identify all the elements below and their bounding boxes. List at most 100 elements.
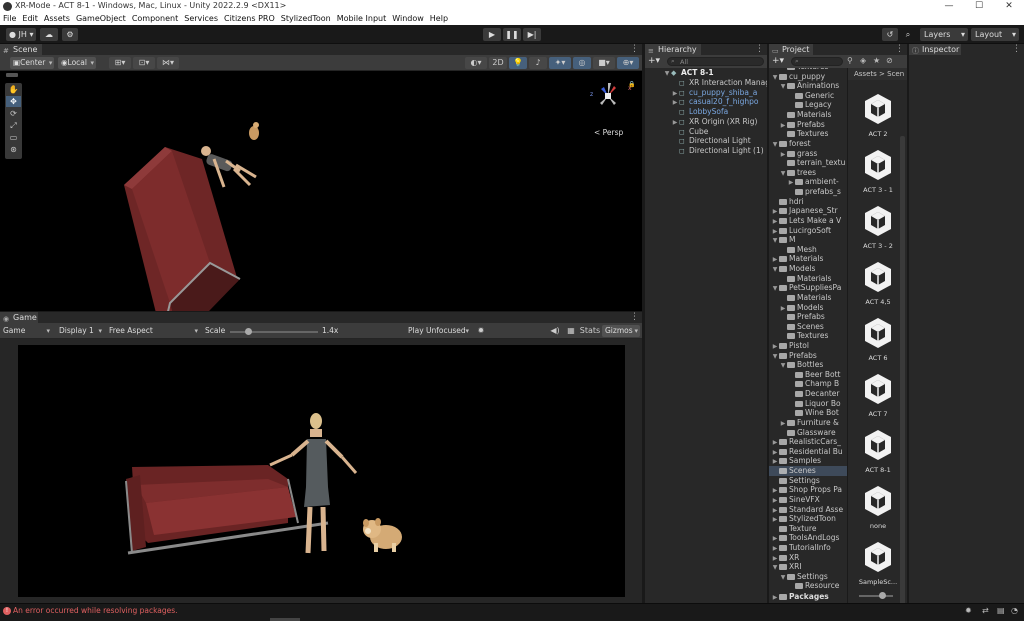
- view-type-dropdown[interactable]: Game: [0, 325, 52, 337]
- expand-arrow-icon[interactable]: ▶: [671, 118, 679, 127]
- project-folder[interactable]: ▼ Settings: [769, 572, 847, 582]
- project-folder[interactable]: Scenes: [769, 466, 847, 477]
- project-folder[interactable]: Prefabs: [769, 312, 847, 322]
- hierarchy-item[interactable]: ▶ ◻ cu_puppy_shiba_a: [671, 88, 767, 98]
- hidden-packages-icon[interactable]: ⊘: [886, 56, 893, 65]
- project-folder[interactable]: ▶ SineVFX: [769, 495, 847, 505]
- scene-asset[interactable]: SampleSc...: [858, 540, 898, 594]
- project-folder[interactable]: ▶ LucirgoSoft: [769, 226, 847, 236]
- project-scrollbar[interactable]: [900, 136, 905, 621]
- project-folder[interactable]: Generic: [769, 91, 847, 101]
- project-folder[interactable]: ▶ Pistol: [769, 341, 847, 351]
- scene-woman-model[interactable]: [196, 143, 266, 193]
- project-search-input[interactable]: ⌕: [791, 57, 843, 66]
- rect-tool-icon[interactable]: ▭: [6, 132, 21, 143]
- rotate-tool-icon[interactable]: ⟳: [6, 108, 21, 119]
- breadcrumb-scenes[interactable]: Scen: [887, 70, 904, 78]
- project-folder[interactable]: ▼ M: [769, 235, 847, 245]
- 2d-toggle[interactable]: 2D: [489, 57, 507, 69]
- project-folder[interactable]: ▶ Samples: [769, 456, 847, 466]
- project-folder[interactable]: Textures: [769, 331, 847, 341]
- create-plus-button[interactable]: +▾: [648, 56, 660, 67]
- game-woman-model[interactable]: [264, 409, 360, 559]
- hand-tool-icon[interactable]: ✋: [6, 84, 21, 95]
- camera-settings-button[interactable]: ■▾: [593, 57, 615, 69]
- project-folder[interactable]: ▼ cu_puppy: [769, 72, 847, 82]
- scale-slider-thumb[interactable]: [244, 328, 252, 335]
- play-mode-dropdown[interactable]: Play Unfocused: [405, 325, 471, 337]
- pivot-dropdown[interactable]: ▣Center: [10, 57, 55, 69]
- game-puppy-model[interactable]: [358, 515, 408, 555]
- orientation-gizmo[interactable]: [586, 79, 630, 117]
- search-by-type-icon[interactable]: ⚲: [847, 56, 853, 65]
- hierarchy-item[interactable]: ▶ ◻ casual20_f_highpo: [671, 97, 767, 107]
- tab-inspector[interactable]: ⓘ Inspector: [909, 44, 961, 55]
- snap-increment-button[interactable]: ⊡▾: [133, 57, 155, 69]
- project-splitter[interactable]: [847, 68, 848, 603]
- project-menu-icon[interactable]: ⋮: [895, 44, 904, 55]
- scene-asset[interactable]: ACT 2: [858, 92, 898, 146]
- undo-history-button[interactable]: ↺: [882, 28, 898, 41]
- project-folder[interactable]: Materials: [769, 274, 847, 284]
- scene-asset[interactable]: ACT 4,5: [858, 260, 898, 314]
- breadcrumb-assets[interactable]: Assets: [854, 70, 877, 78]
- step-button[interactable]: ▶|: [523, 28, 541, 41]
- status-error-message[interactable]: An error occurred while resolving packag…: [13, 606, 178, 616]
- tab-scene[interactable]: # Scene: [0, 44, 42, 55]
- project-folder[interactable]: terrain_textu: [769, 158, 847, 168]
- menu-gameobject[interactable]: GameObject: [73, 13, 129, 25]
- project-folder[interactable]: ▼ PetSuppliesPa: [769, 283, 847, 293]
- effects-toggle[interactable]: ✦▾: [549, 57, 571, 69]
- transform-tool-icon[interactable]: ⊛: [6, 144, 21, 155]
- lock-icon[interactable]: 🔒: [628, 81, 635, 88]
- project-folder[interactable]: ▶ TutorialInfo: [769, 543, 847, 553]
- project-folder[interactable]: ▶ Standard Asse: [769, 505, 847, 515]
- cloud-button[interactable]: ☁: [40, 28, 58, 41]
- collab-button[interactable]: ⚙: [62, 28, 78, 41]
- play-button[interactable]: ▶: [483, 28, 501, 41]
- scene-asset[interactable]: ACT 6: [858, 316, 898, 370]
- project-folder[interactable]: ▶ ToolsAndLogs: [769, 533, 847, 543]
- project-folder[interactable]: Mesh: [769, 245, 847, 255]
- project-folder[interactable]: ▶ Residential Bu: [769, 447, 847, 457]
- close-button[interactable]: ✕: [994, 0, 1024, 13]
- pause-button[interactable]: ❚❚: [503, 28, 521, 41]
- project-create-button[interactable]: +▾: [772, 56, 784, 67]
- space-dropdown[interactable]: ◉Local: [58, 57, 96, 69]
- hierarchy-item[interactable]: ◻ Directional Light (1): [671, 146, 767, 156]
- account-dropdown[interactable]: ● JH ▾: [6, 28, 36, 41]
- scene-viewport[interactable]: ✋ ✥ ⟳ ⤢ ▭ ⊛ z x 🔒 < Persp: [0, 71, 642, 311]
- project-folder[interactable]: ▶ StylizedToon: [769, 514, 847, 524]
- scene-puppy-model[interactable]: [245, 121, 263, 143]
- project-folder[interactable]: ▶ Prefabs: [769, 120, 847, 130]
- menu-component[interactable]: Component: [129, 13, 181, 25]
- project-folder[interactable]: Materials: [769, 110, 847, 120]
- shortcuts-button[interactable]: ▦: [564, 325, 578, 337]
- project-folder[interactable]: Scenes: [769, 322, 847, 332]
- search-button[interactable]: ⌕: [900, 28, 916, 41]
- project-folder[interactable]: prefabs_s: [769, 187, 847, 197]
- stats-button[interactable]: Stats: [579, 325, 601, 337]
- menu-assets[interactable]: Assets: [41, 13, 73, 25]
- menu-citizens-pro[interactable]: Citizens PRO: [221, 13, 278, 25]
- menu-edit[interactable]: Edit: [19, 13, 41, 25]
- scene-asset[interactable]: ACT 3 - 1: [858, 148, 898, 202]
- project-folder[interactable]: ▶ Materials: [769, 254, 847, 264]
- draw-mode-button[interactable]: ◐▾: [465, 57, 487, 69]
- scale-slider[interactable]: [230, 328, 318, 335]
- scene-asset[interactable]: none: [858, 484, 898, 538]
- project-folder[interactable]: Champ B: [769, 379, 847, 389]
- menu-help[interactable]: Help: [427, 13, 451, 25]
- layers-dropdown[interactable]: Layers ▾: [920, 28, 968, 41]
- project-folder[interactable]: Decanter: [769, 389, 847, 399]
- label-filter-icon[interactable]: ◈: [860, 56, 866, 65]
- hierarchy-item[interactable]: ◻ Cube: [671, 127, 767, 137]
- gizmos-dropdown[interactable]: Gizmos: [602, 325, 640, 337]
- menu-file[interactable]: File: [0, 13, 19, 25]
- project-folder[interactable]: Beer Bott: [769, 370, 847, 380]
- project-folder[interactable]: Settings: [769, 476, 847, 486]
- project-folder[interactable]: ▼ XRI: [769, 562, 847, 572]
- project-folder[interactable]: ▶ Japanese_Str: [769, 206, 847, 216]
- project-folder[interactable]: ▼ Models: [769, 264, 847, 274]
- project-folder[interactable]: ▼ forest: [769, 139, 847, 149]
